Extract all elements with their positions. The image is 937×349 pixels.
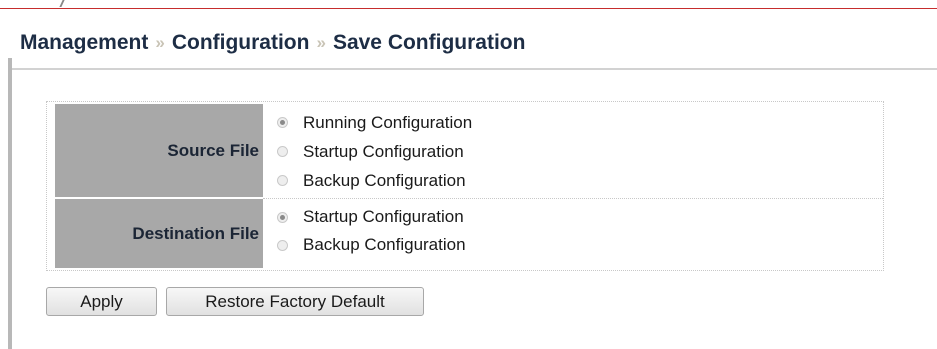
breadcrumb-item-configuration[interactable]: Configuration bbox=[172, 31, 310, 55]
destination-option-label: Startup Configuration bbox=[303, 207, 464, 226]
top-accent-line bbox=[0, 8, 937, 9]
destination-file-row: Destination File Startup Configuration B… bbox=[55, 199, 883, 268]
destination-option-startup[interactable]: Startup Configuration bbox=[277, 203, 466, 231]
header-divider bbox=[12, 68, 937, 70]
apply-button[interactable]: Apply bbox=[46, 287, 157, 316]
destination-option-label: Backup Configuration bbox=[303, 235, 466, 254]
source-option-label: Backup Configuration bbox=[303, 170, 466, 190]
radio-destination-startup[interactable] bbox=[277, 211, 288, 223]
restore-factory-default-button[interactable]: Restore Factory Default bbox=[166, 287, 424, 316]
source-option-label: Startup Configuration bbox=[303, 141, 464, 161]
radio-source-running[interactable] bbox=[277, 117, 288, 128]
source-option-running[interactable]: Running Configuration bbox=[277, 108, 472, 137]
source-file-options: Running Configuration Startup Configurat… bbox=[277, 108, 472, 195]
source-option-backup[interactable]: Backup Configuration bbox=[277, 166, 472, 195]
top-decoration bbox=[59, 0, 65, 7]
breadcrumb-item-management[interactable]: Management bbox=[20, 31, 148, 55]
breadcrumb-separator-icon: » bbox=[155, 33, 165, 52]
destination-file-label: Destination File bbox=[55, 199, 263, 268]
source-option-label: Running Configuration bbox=[303, 112, 473, 132]
radio-source-startup[interactable] bbox=[277, 146, 288, 157]
breadcrumb-separator-icon: » bbox=[316, 33, 326, 52]
page-title: Save Configuration bbox=[332, 31, 526, 54]
breadcrumb: Management » Configuration » Save Config… bbox=[20, 28, 525, 58]
source-file-row: Source File Running Configuration Startu… bbox=[55, 104, 883, 199]
radio-destination-backup[interactable] bbox=[277, 239, 288, 251]
page: Management » Configuration » Save Config… bbox=[0, 0, 937, 349]
destination-option-backup[interactable]: Backup Configuration bbox=[277, 231, 466, 259]
save-config-form: Source File Running Configuration Startu… bbox=[46, 101, 884, 271]
source-option-startup[interactable]: Startup Configuration bbox=[277, 137, 472, 166]
destination-file-options: Startup Configuration Backup Configurati… bbox=[277, 203, 466, 259]
radio-source-backup[interactable] bbox=[277, 175, 288, 186]
source-file-label: Source File bbox=[55, 104, 263, 197]
left-edge-bar bbox=[8, 58, 12, 349]
